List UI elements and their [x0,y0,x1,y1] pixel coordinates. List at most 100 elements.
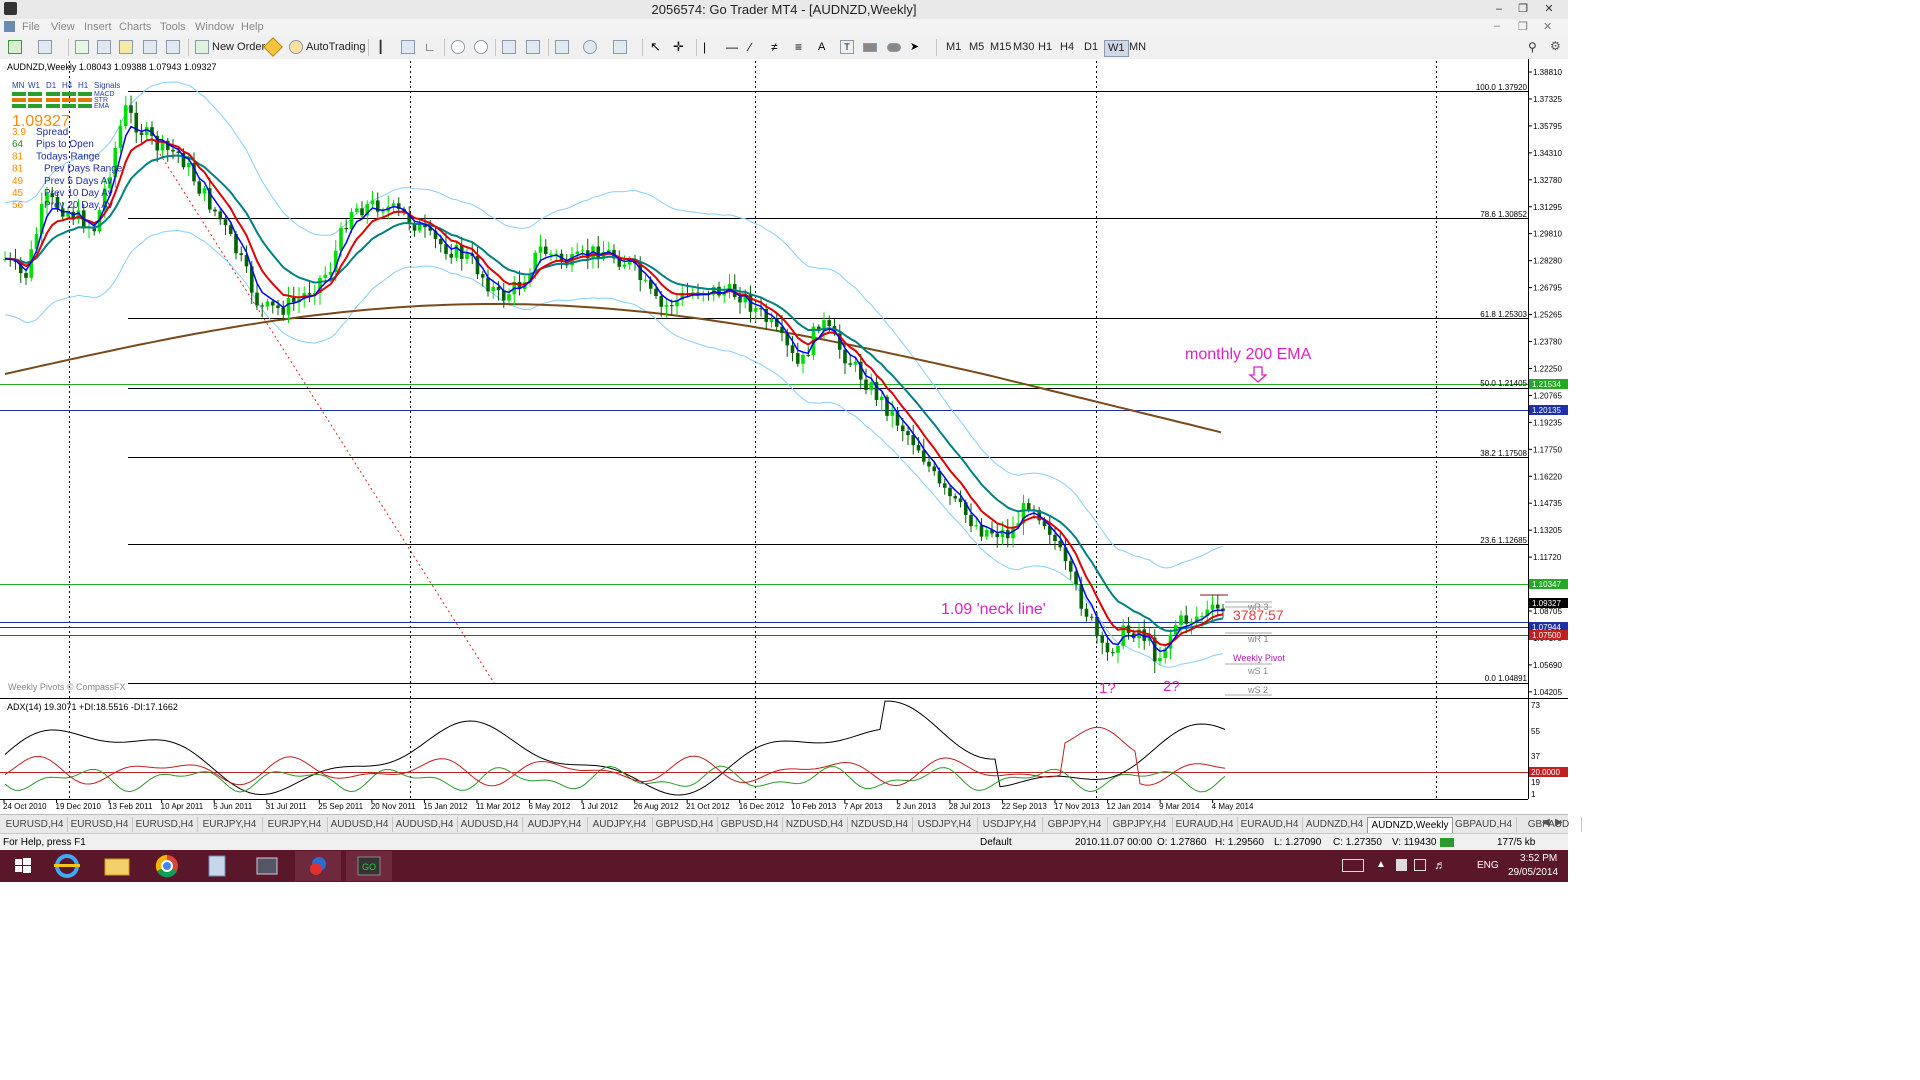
chart-tab[interactable]: GBPJPY,H4 [1042,817,1108,832]
metaeditor-icon[interactable] [263,37,283,57]
menu-charts[interactable]: Charts [119,21,151,33]
chart-tab[interactable]: GBPUSD,H4 [652,817,718,832]
chart-tab[interactable]: AUDNZD,H4 [1302,817,1368,832]
chart-window[interactable]: wR 3 wR 1 Weekly Pivot wS 1 wS 2 monthly… [0,59,1568,814]
timeframe-h1[interactable]: H1 [1038,40,1052,55]
line-chart-icon[interactable]: ∟ [424,40,438,54]
timeframe-w1[interactable]: W1 [1104,40,1129,57]
bar-chart-icon[interactable]: ┃ [377,40,391,54]
zoom-in-icon[interactable] [451,40,465,54]
data-window-icon[interactable] [97,40,111,54]
rectangle-icon[interactable] [863,43,877,52]
calculator-icon[interactable] [194,851,240,881]
trendline-icon[interactable]: ∕ [749,40,763,54]
channel-icon[interactable]: ≠ [771,40,785,54]
indicators-icon[interactable] [555,40,569,54]
menu-window[interactable]: Window [195,21,234,33]
chart-tab[interactable]: AUDJPY,H4 [522,817,588,832]
chart-tab[interactable]: NZDUSD,H4 [782,817,848,832]
profiles-icon[interactable] [38,40,52,54]
text-tool-icon[interactable]: A [818,40,832,54]
chart-tab[interactable]: EURAUD,H4 [1172,817,1238,832]
minimize-button[interactable]: – [1488,2,1510,16]
fibonacci-retracement[interactable] [128,91,1528,684]
menu-help[interactable]: Help [241,21,264,33]
horizontal-line-icon[interactable]: — [726,40,740,54]
child-minimize-button[interactable]: – [1494,20,1500,32]
close-button[interactable]: ✕ [1538,2,1560,16]
fibonacci-icon[interactable]: ≡ [795,40,809,54]
arrows-icon[interactable]: ➤ [910,40,924,54]
candlestick-icon[interactable] [401,40,415,54]
chart-tab[interactable]: AUDUSD,H4 [327,817,393,832]
menu-insert[interactable]: Insert [84,21,112,33]
timeframe-m5[interactable]: M5 [969,40,984,55]
autotrading-button[interactable]: AutoTrading [306,40,366,55]
price-chart[interactable]: wR 3 wR 1 Weekly Pivot wS 1 wS 2 monthly… [0,59,1568,814]
menu-view[interactable]: View [51,21,75,33]
chart-tab[interactable]: EURAUD,H4 [1237,817,1303,832]
language-indicator[interactable]: ENG [1477,860,1499,871]
time-axis[interactable]: 24 Oct 2010 19 Dec 2010 13 Feb 2011 10 Apr … [3,799,1254,811]
chart-tab[interactable]: EURJPY,H4 [197,817,263,832]
child-close-button[interactable]: ✕ [1543,20,1552,33]
volume-icon[interactable]: ♬ [1434,858,1446,872]
timeframe-m15[interactable]: M15 [990,40,1011,55]
tray-expand-icon[interactable]: ▲ [1376,859,1386,870]
clock-time[interactable]: 3:52 PM [1520,853,1557,864]
chart-tab[interactable]: USDJPY,H4 [977,817,1043,832]
chart-tab[interactable]: EURUSD,H4 [67,817,133,832]
internet-explorer-icon[interactable] [44,851,90,881]
chart-tab[interactable]: AUDUSD,H4 [457,817,523,832]
chart-tab[interactable]: AUDJPY,H4 [587,817,653,832]
crosshair-icon[interactable]: ✛ [673,40,687,54]
chrome-icon[interactable] [144,851,190,881]
market-watch-icon[interactable] [75,40,89,54]
media-app-icon[interactable] [295,851,341,881]
timeframe-m30[interactable]: M30 [1013,40,1034,55]
auto-scroll-icon[interactable] [502,40,516,54]
keyboard-icon[interactable] [1342,859,1364,872]
child-restore-button[interactable]: ❐ [1518,20,1528,33]
templates-icon[interactable] [613,40,627,54]
menu-tools[interactable]: Tools [160,21,186,33]
navigator-icon[interactable] [119,40,133,54]
chart-tab[interactable]: AUDUSD,H4 [392,817,458,832]
search-icon[interactable]: ⚲ [1528,40,1537,54]
ellipse-icon[interactable] [887,43,901,52]
new-order-button[interactable]: New Order [212,40,265,55]
chart-tab[interactable]: EURUSD,H4 [132,817,198,832]
restore-button[interactable]: ❐ [1512,2,1534,16]
chart-tab[interactable]: NZDUSD,H4 [847,817,913,832]
network-icon[interactable] [1414,859,1426,871]
timeframe-h4[interactable]: H4 [1060,40,1074,55]
action-center-icon[interactable] [1396,859,1407,871]
chart-shift-icon[interactable] [526,40,540,54]
timeframe-mn[interactable]: MN [1129,40,1146,55]
vertical-line-icon[interactable]: | [703,40,717,54]
chart-tab[interactable]: EURUSD,H4 [2,817,68,832]
cursor-icon[interactable]: ↖ [650,40,664,54]
chart-tab[interactable]: USDJPY,H4 [912,817,978,832]
new-order-icon[interactable] [195,40,209,54]
chart-tab[interactable]: GBPAUD,H4 [1451,817,1517,832]
chart-tab[interactable]: GBPJPY,H4 [1107,817,1173,832]
mt4-app-icon[interactable]: GO [346,851,392,881]
tab-scroll-right-icon[interactable]: ▶ [1555,817,1563,828]
chart-tab[interactable]: GBPUSD,H4 [717,817,783,832]
status-profile[interactable]: Default [980,837,1012,848]
strategy-tester-icon[interactable] [166,40,180,54]
zoom-out-icon[interactable] [474,40,488,54]
tab-scroll-left-icon[interactable]: ◀ [1542,817,1550,828]
start-button[interactable] [0,851,46,881]
terminal-icon[interactable] [143,40,157,54]
menu-file[interactable]: File [22,21,40,33]
settings-icon[interactable]: ⚙ [1550,39,1561,53]
grid-app-icon[interactable] [244,851,290,881]
chart-tab[interactable]: EURJPY,H4 [262,817,328,832]
text-label-icon[interactable]: T [840,40,854,54]
clock-date[interactable]: 29/05/2014 [1508,867,1558,878]
new-chart-icon[interactable] [8,40,22,54]
tab-active-chart[interactable]: AUDNZD,Weekly [1367,817,1453,833]
autotrading-icon[interactable] [289,40,303,54]
